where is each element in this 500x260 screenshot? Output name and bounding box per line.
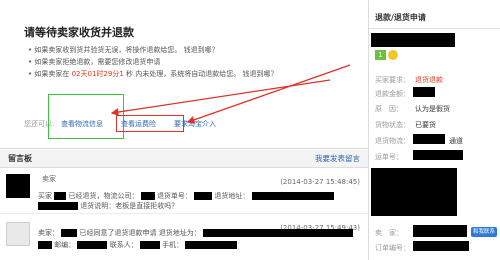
- sidebar-title: 退款/退货申请: [375, 13, 426, 22]
- avatar: [6, 222, 30, 246]
- redacted-block: [38, 241, 52, 249]
- field-value: 认为是假货: [415, 105, 450, 113]
- badge-icon: 1: [375, 50, 386, 60]
- redacted-block: [371, 33, 455, 47]
- countdown-timer: 02天01时29分1: [71, 70, 124, 78]
- message-item: (2014-03-27 15:49:43) 卖家： 已经同意了退货退款申请 退货…: [0, 218, 368, 260]
- field-label: 运单号：: [375, 153, 403, 161]
- green-highlight-box: [48, 94, 124, 139]
- redacted-block: [371, 168, 457, 216]
- redacted-block: [38, 202, 78, 210]
- redacted-block: [185, 241, 238, 249]
- redacted-block: [140, 192, 155, 200]
- message-text: 退货说明：老板是直接拒收吗？: [38, 201, 178, 211]
- message-board-title: 留言板: [8, 154, 32, 163]
- redacted-block: [251, 192, 334, 200]
- field-label: 买家要求：: [375, 76, 410, 84]
- field-label: 退款金额：: [375, 90, 410, 98]
- redacted-block: [413, 150, 463, 160]
- note-item: • 如果卖家收到货并验货无误，将操作退款给您。 钱退到哪？: [28, 46, 219, 54]
- field-label: 原 因：: [375, 105, 403, 113]
- message-board-header: 留言板 我要发表留言: [0, 150, 368, 168]
- divider: [0, 148, 368, 149]
- redacted-block: [61, 229, 78, 237]
- message-text: 买家 已经退货，物流公司： 退货单号： 退货地址：: [38, 191, 334, 201]
- refund-notes: • 如果卖家收到货并验货无误，将操作退款给您。 钱退到哪？ • 如果卖家拒绝退款…: [28, 44, 277, 80]
- red-highlight-box: [116, 115, 184, 132]
- redacted-block: [202, 229, 353, 237]
- redacted-block: [413, 87, 435, 97]
- avatar: [6, 174, 30, 198]
- field-value: 退货退款: [415, 76, 443, 84]
- redacted-block: [139, 241, 160, 249]
- redacted-block: [413, 225, 467, 237]
- refund-request-sidebar: 退款/退货申请 1 买家要求： 退货退款 退款金额： 原 因： 认为是假货 货物…: [368, 0, 500, 260]
- field-label: 货物状态：: [375, 121, 410, 129]
- message-time: (2014-03-27 15:48:45): [280, 178, 360, 186]
- field-label: 订单编号：: [375, 244, 410, 252]
- page-title: 请等待卖家收货并退款: [24, 26, 134, 39]
- note-item-countdown: • 如果卖家在 02天01时29分1 秒 内未处理，系统将自动退款给您。 钱退到…: [28, 70, 278, 78]
- redacted-block: [413, 134, 445, 144]
- message-text: 邮编： 联系人： 手机：: [38, 240, 238, 250]
- contact-me-button[interactable]: 和我联系: [471, 227, 497, 237]
- divider: [369, 28, 500, 29]
- field-label: 退货物流：: [375, 137, 410, 145]
- redacted-block: [54, 192, 67, 200]
- message-text: 卖家： 已经同意了退货退款申请 退货地址为：: [38, 228, 353, 238]
- coin-icon: [388, 50, 398, 60]
- redacted-block: [77, 241, 108, 249]
- field-label: 卖 家：: [375, 229, 403, 237]
- field-value: 已要货: [415, 121, 436, 129]
- note-item: • 如果卖家拒绝退款，需要您修改退货申请: [28, 58, 161, 66]
- redacted-block: [194, 192, 213, 200]
- post-message-link[interactable]: 我要发表留言: [315, 153, 360, 164]
- message-role: 卖家: [42, 175, 56, 183]
- redacted-block: [413, 241, 469, 251]
- field-value: 通道: [449, 137, 463, 145]
- message-item: 卖家 (2014-03-27 15:48:45) 买家 已经退货，物流公司： 退…: [0, 172, 368, 214]
